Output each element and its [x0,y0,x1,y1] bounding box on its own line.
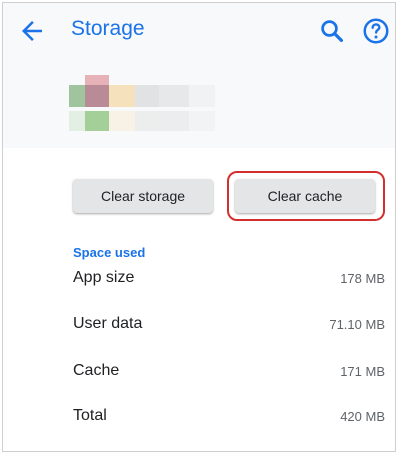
header-area: Storage [3,3,395,148]
arrow-back-icon[interactable] [17,16,47,46]
row-label: Cache [73,362,120,379]
storage-row-total: Total 420 MB [73,407,385,429]
row-label: User data [73,315,143,332]
row-label: App size [73,269,135,286]
row-value: 178 MB [340,271,385,286]
app-bar: Storage [3,3,395,59]
blurred-app-icon [69,75,217,133]
page-title: Storage [71,17,145,40]
clear-cache-button[interactable]: Clear cache [235,179,375,213]
row-value: 171 MB [340,364,385,379]
app-window: Storage Clear storage Clear cache Space … [2,2,396,452]
row-value: 420 MB [340,409,385,424]
row-value: 71.10 MB [329,317,385,332]
storage-row-cache: Cache 171 MB [73,362,385,384]
search-icon[interactable] [317,16,347,46]
storage-row-user-data: User data 71.10 MB [73,315,385,337]
help-circle-icon[interactable] [361,16,391,46]
clear-storage-button[interactable]: Clear storage [73,179,213,213]
row-label: Total [73,407,107,424]
storage-row-app-size: App size 178 MB [73,269,385,291]
space-used-section-title: Space used [73,245,146,260]
